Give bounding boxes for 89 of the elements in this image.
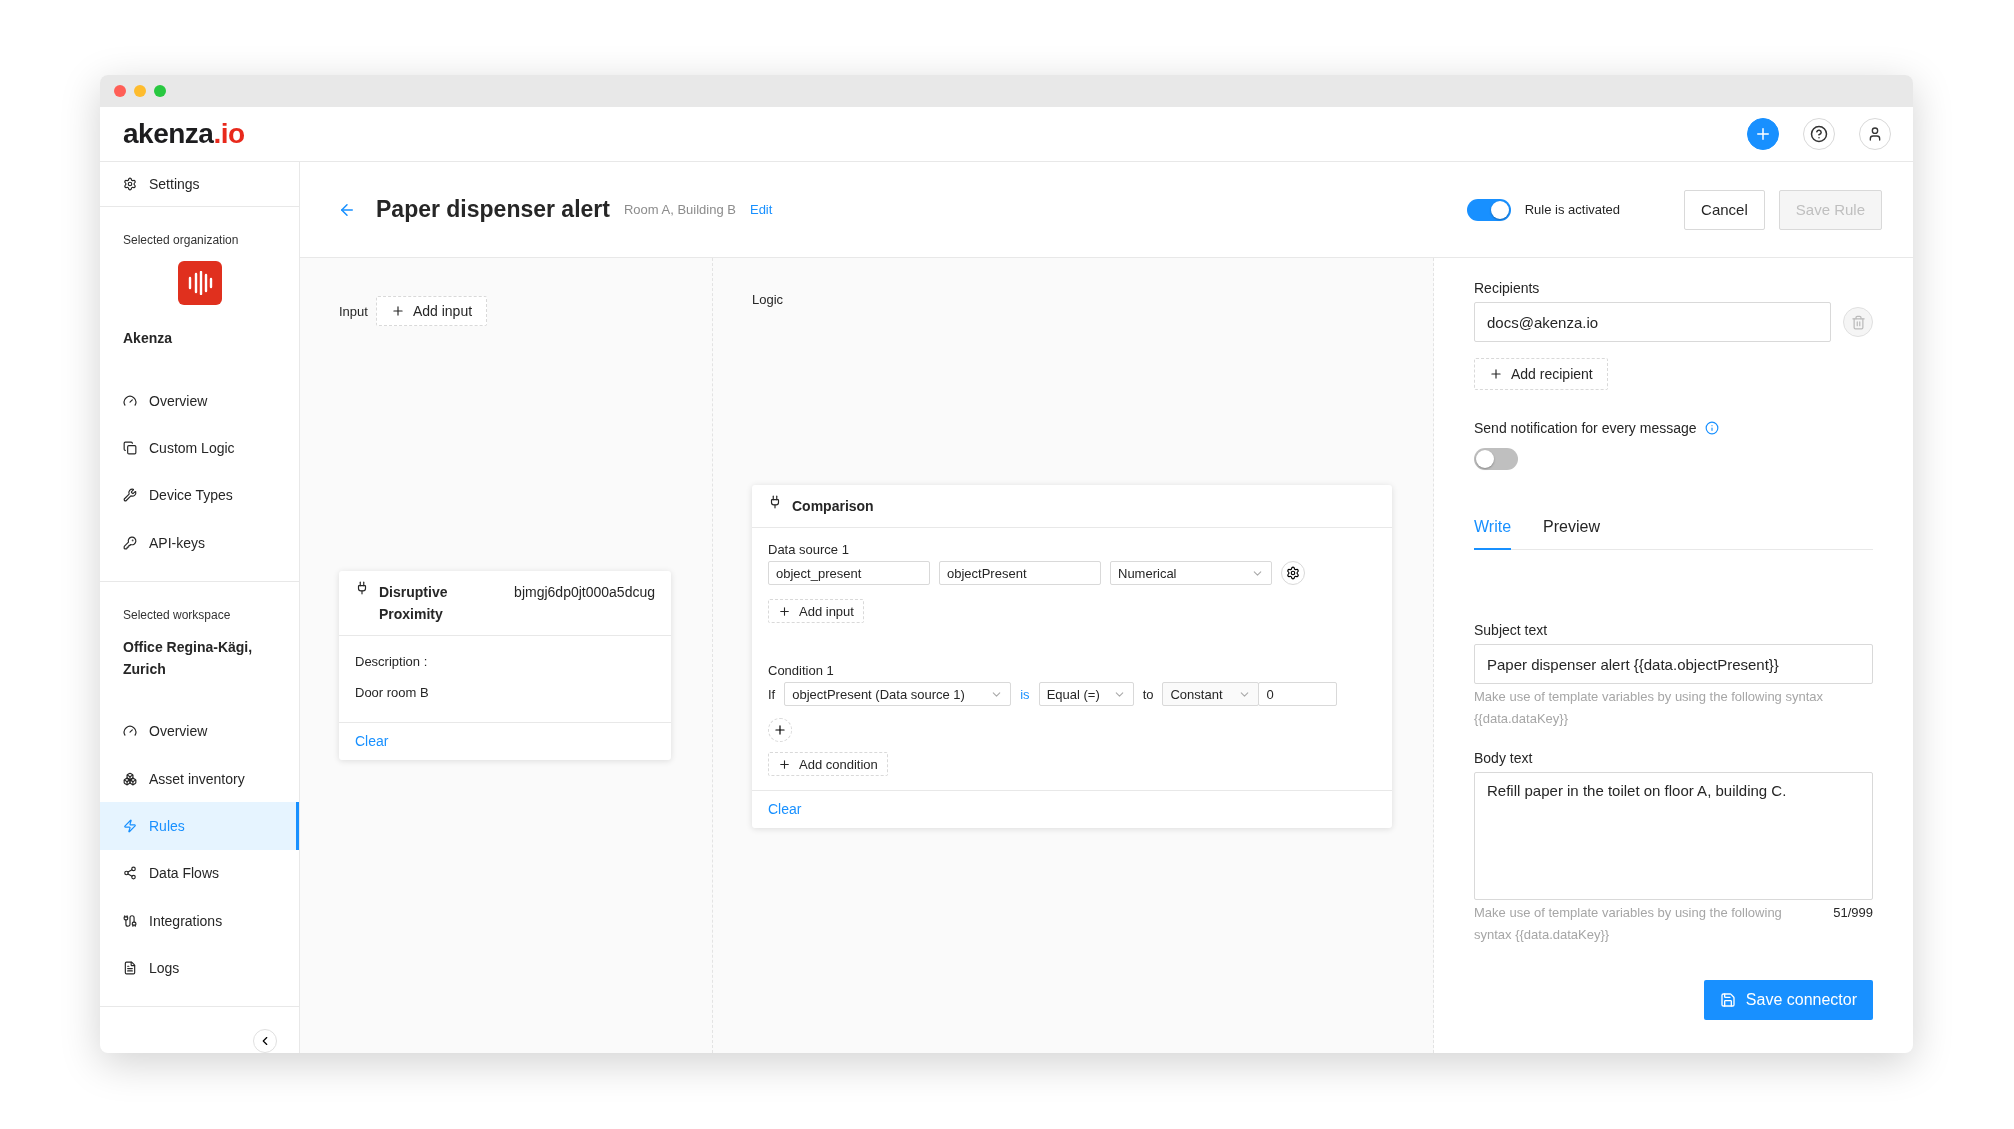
section-heading: Selected workspace	[122, 606, 232, 622]
value-type-select[interactable]: Constant	[1162, 682, 1260, 706]
user-button[interactable]	[1859, 118, 1891, 150]
user-icon	[1867, 126, 1883, 142]
field-label: Recipients	[1474, 280, 1541, 296]
location-text: Room A, Building B	[623, 202, 736, 217]
recipient-field[interactable]: docs@akenza.io	[1474, 302, 1831, 342]
is-label: is	[1020, 686, 1030, 702]
body-field[interactable]: Refill paper in the toilet on floor A, building C.	[1474, 772, 1873, 900]
add-recipient-button[interactable]: Add recipient	[1474, 358, 1608, 390]
plus-icon	[778, 757, 791, 771]
column-label: Input	[339, 303, 368, 319]
key-icon	[123, 535, 137, 550]
plus-icon	[1489, 367, 1503, 381]
settings-button[interactable]	[1281, 561, 1305, 585]
sidebar-item[interactable]: API-keys	[100, 519, 299, 567]
field-label: Data source 1	[768, 542, 850, 557]
description-label: Description :	[355, 654, 429, 669]
boxes-icon	[123, 771, 137, 786]
document-icon	[123, 961, 137, 976]
add-condition-button[interactable]: Add condition	[768, 752, 888, 776]
value-field[interactable]: 0	[1258, 682, 1338, 706]
sidebar-item[interactable]: Logs	[100, 944, 299, 992]
lightning-icon	[123, 819, 137, 834]
settings-icon	[123, 177, 137, 192]
sidebar-item[interactable]: Overview	[100, 376, 299, 425]
hint-text: Make use of template variables by using the following syntax {{data.dataKey}}	[1474, 688, 1825, 728]
sidebar-item[interactable]: Integrations	[100, 897, 299, 945]
device-name: Disruptive Proximity	[379, 583, 448, 624]
plus-icon	[390, 304, 405, 318]
plug-icon	[768, 495, 782, 509]
trash-icon	[1850, 314, 1866, 330]
organization-name: Akenza	[122, 328, 174, 348]
cable-icon	[123, 913, 137, 928]
sidebar-item[interactable]: Asset inventory	[100, 754, 299, 803]
description-text: Door room B	[355, 685, 430, 700]
help-button[interactable]	[1803, 118, 1835, 150]
tab[interactable]: Preview	[1543, 518, 1600, 550]
subject-field[interactable]: Paper dispenser alert {{data.objectPresent}}	[1474, 644, 1873, 684]
squares-icon	[123, 441, 137, 455]
field-label: Send notification for every message	[1474, 420, 1697, 436]
info-icon	[1704, 421, 1719, 435]
gear-icon	[1286, 566, 1300, 580]
field-label: Subject text	[1474, 622, 1549, 638]
section-heading: Selected organization	[122, 232, 240, 248]
toggle-label: Rule is activated	[1524, 202, 1621, 217]
plus-icon	[778, 604, 791, 618]
operand-select[interactable]: objectPresent (Data source 1)	[784, 682, 1012, 706]
minimize-dot[interactable]	[134, 85, 146, 97]
plug-icon	[355, 581, 369, 595]
sidebar-item[interactable]: Overview	[100, 707, 299, 755]
page-title: Paper dispenser alert	[376, 196, 610, 223]
field-label: Body text	[1474, 750, 1534, 766]
add-button[interactable]	[1747, 118, 1779, 150]
cancel-button[interactable]: Cancel	[1684, 189, 1765, 230]
add-input-button[interactable]: Add input	[375, 296, 488, 326]
column-label: Logic	[752, 292, 784, 307]
hint-text: Make use of template variables by using the following syntax {{data.dataKey}}	[1474, 904, 1783, 944]
to-label: to	[1142, 686, 1154, 702]
type-select[interactable]: Numerical	[1110, 561, 1272, 585]
if-label: If	[768, 686, 776, 702]
sidebar-item[interactable]: Data Flows	[100, 849, 299, 898]
share-icon	[123, 866, 137, 881]
sidebar-item[interactable]: Device Types	[100, 471, 299, 520]
card-title: Comparison	[792, 497, 874, 516]
operator-select[interactable]: Equal (=)	[1038, 682, 1134, 706]
gauge-icon	[123, 393, 137, 408]
plus-icon	[773, 723, 787, 737]
wrench-icon	[123, 488, 137, 503]
delete-button[interactable]	[1843, 307, 1873, 337]
logo: akenza.io	[123, 118, 245, 150]
gauge-icon	[123, 724, 137, 739]
activation-toggle[interactable]	[1466, 198, 1511, 221]
close-dot[interactable]	[114, 85, 126, 97]
device-id: bjmgj6dp0jt000a5dcug	[514, 583, 655, 602]
collapse-button[interactable]	[253, 1028, 277, 1053]
settings-link[interactable]: Settings	[100, 162, 299, 208]
character-count: 51/999	[1833, 904, 1873, 922]
maximize-dot[interactable]	[154, 85, 166, 97]
workspace-name: Office Regina-Kägi, Zurich	[122, 637, 254, 679]
field-label: Condition 1	[768, 663, 835, 678]
sidebar-item[interactable]: Custom Logic	[100, 424, 299, 472]
organization-logo	[177, 261, 222, 305]
plus-icon	[1754, 125, 1772, 143]
add-input-button[interactable]: Add input	[768, 599, 864, 623]
notification-toggle[interactable]	[1474, 448, 1518, 470]
help-icon	[1810, 125, 1828, 143]
text-field[interactable]: objectPresent	[939, 561, 1101, 585]
text-field[interactable]: object_present	[768, 561, 930, 585]
